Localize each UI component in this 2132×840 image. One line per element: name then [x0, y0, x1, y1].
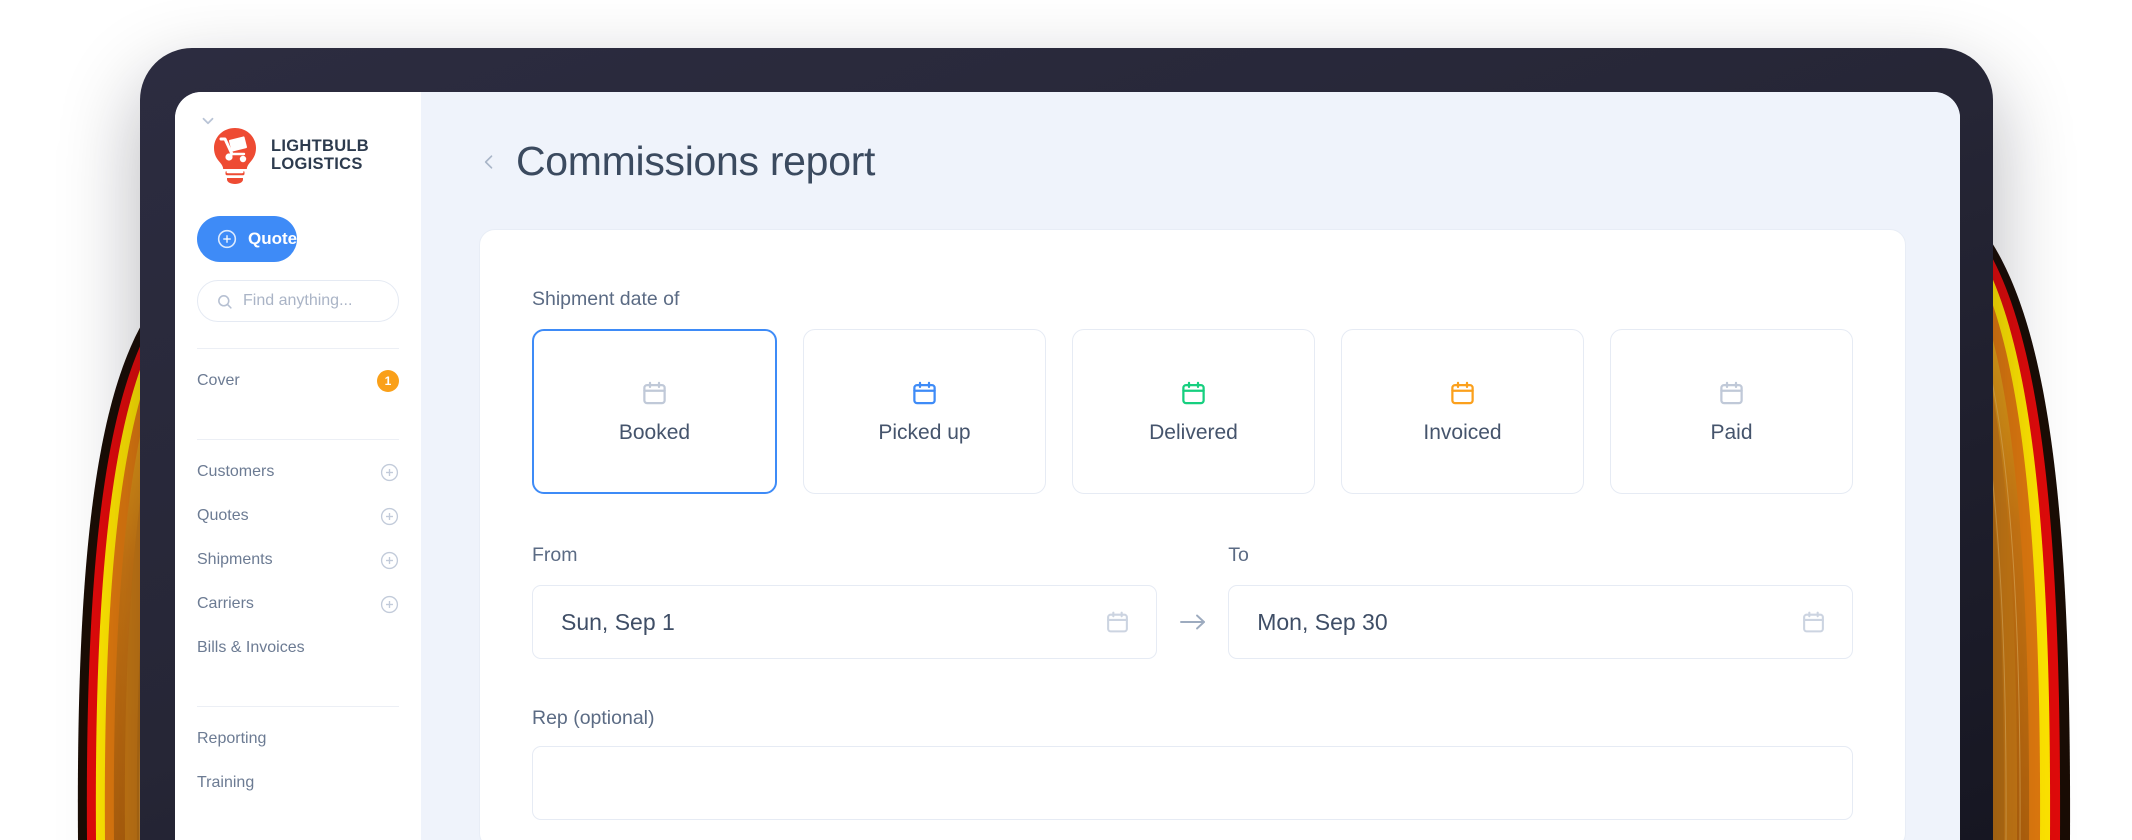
rep-optional-text: (optional)	[573, 707, 655, 729]
to-label: To	[1228, 544, 1249, 566]
rep-label: Rep (optional)	[532, 707, 1853, 730]
sidebar-group-1: Cover 1	[175, 349, 421, 413]
tile-label: Invoiced	[1423, 420, 1502, 444]
calendar-icon[interactable]	[1801, 609, 1826, 635]
sidebar-item-training[interactable]: Training	[197, 761, 399, 805]
calendar-icon	[1180, 379, 1207, 407]
brand-logo[interactable]: LIGHTBULB LOGISTICS	[175, 92, 421, 184]
to-date-input[interactable]: Mon, Sep 30	[1228, 585, 1853, 659]
tile-delivered[interactable]: Delivered	[1072, 329, 1315, 494]
chevron-down-icon[interactable]	[199, 112, 217, 130]
search-icon	[216, 293, 233, 310]
brand-name: LIGHTBULB LOGISTICS	[271, 137, 369, 174]
tile-label: Delivered	[1149, 420, 1238, 444]
tile-label: Booked	[618, 420, 691, 444]
sidebar-item-label: Cover	[197, 372, 240, 389]
main-content: Commissions report Shipment date of Book…	[421, 92, 1960, 840]
sidebar-item-carriers[interactable]: Carriers	[197, 582, 399, 626]
brand-line-2: LOGISTICS	[271, 155, 363, 173]
arrow-right-icon	[1157, 585, 1228, 659]
brand-line-1: LIGHTBULB	[271, 136, 370, 155]
plus-outline-icon[interactable]	[380, 507, 399, 526]
sidebar-item-shipments[interactable]: Shipments	[197, 538, 399, 582]
sidebar-item-customers[interactable]: Customers	[197, 450, 399, 494]
tile-label: Paid	[1710, 420, 1753, 444]
sidebar-item-label: Customers	[197, 463, 275, 480]
plus-outline-icon[interactable]	[380, 551, 399, 570]
plus-circle-icon	[217, 229, 237, 249]
sidebar-group-2: Customers Quotes Shipments Carriers Bill…	[175, 440, 421, 680]
tile-invoiced[interactable]: Invoiced	[1341, 329, 1584, 494]
from-label: From	[532, 544, 578, 566]
search-box[interactable]: Find anything...	[197, 280, 399, 322]
sidebar-item-bills-invoices[interactable]: Bills & Invoices	[197, 626, 399, 670]
from-date-value: Sun, Sep 1	[561, 608, 675, 635]
sidebar-item-label: Quotes	[197, 507, 249, 524]
app-screen: LIGHTBULB LOGISTICS Quote Find anything.…	[175, 92, 1960, 840]
new-quote-button[interactable]: Quote	[197, 216, 298, 262]
from-date-input[interactable]: Sun, Sep 1	[532, 585, 1157, 659]
calendar-icon	[911, 379, 938, 407]
rep-label-text: Rep	[532, 707, 574, 729]
sidebar-item-quotes[interactable]: Quotes	[197, 494, 399, 538]
tile-booked[interactable]: Booked	[532, 329, 777, 494]
sidebar-item-label: Reporting	[197, 730, 267, 747]
new-quote-label: Quote	[248, 229, 298, 248]
shipment-date-tile-group: Booked Picked up Delivered Invoiced Paid	[532, 329, 1853, 494]
calendar-icon	[1449, 379, 1476, 407]
shipment-date-label: Shipment date of	[532, 288, 680, 310]
sidebar-item-label: Bills & Invoices	[197, 639, 305, 656]
calendar-icon	[641, 379, 668, 407]
rep-input[interactable]	[532, 746, 1853, 820]
calendar-icon[interactable]	[1105, 609, 1130, 635]
date-range-row: From Sun, Sep 1 To Mon, Sep 30	[532, 544, 1853, 659]
screenshot-stage: LIGHTBULB LOGISTICS Quote Find anything.…	[0, 0, 2132, 840]
tile-label: Picked up	[878, 420, 971, 444]
plus-outline-icon[interactable]	[380, 463, 399, 482]
report-filters-panel: Shipment date of Booked Picked up Delive…	[479, 229, 1906, 840]
status-badge: 1	[377, 370, 399, 392]
lightbulb-cart-icon	[209, 126, 261, 184]
page-title: Commissions report	[516, 138, 876, 184]
to-date-group: To Mon, Sep 30	[1228, 544, 1853, 659]
plus-outline-icon[interactable]	[380, 595, 399, 614]
sidebar-item-label: Shipments	[197, 551, 273, 568]
sidebar-item-reporting[interactable]: Reporting	[197, 717, 399, 761]
sidebar-group-3: Reporting Training	[175, 707, 421, 805]
sidebar: LIGHTBULB LOGISTICS Quote Find anything.…	[175, 92, 421, 840]
sidebar-item-label: Carriers	[197, 595, 254, 612]
page-header: Commissions report	[479, 138, 1906, 185]
sidebar-item-cover[interactable]: Cover 1	[197, 359, 399, 403]
calendar-icon	[1718, 379, 1745, 407]
tile-paid[interactable]: Paid	[1610, 329, 1853, 494]
search-placeholder: Find anything...	[243, 292, 353, 309]
tile-picked-up[interactable]: Picked up	[803, 329, 1046, 494]
to-date-value: Mon, Sep 30	[1257, 608, 1388, 635]
sidebar-item-label: Training	[197, 774, 255, 791]
chevron-left-icon[interactable]	[479, 149, 499, 175]
from-date-group: From Sun, Sep 1	[532, 544, 1157, 659]
